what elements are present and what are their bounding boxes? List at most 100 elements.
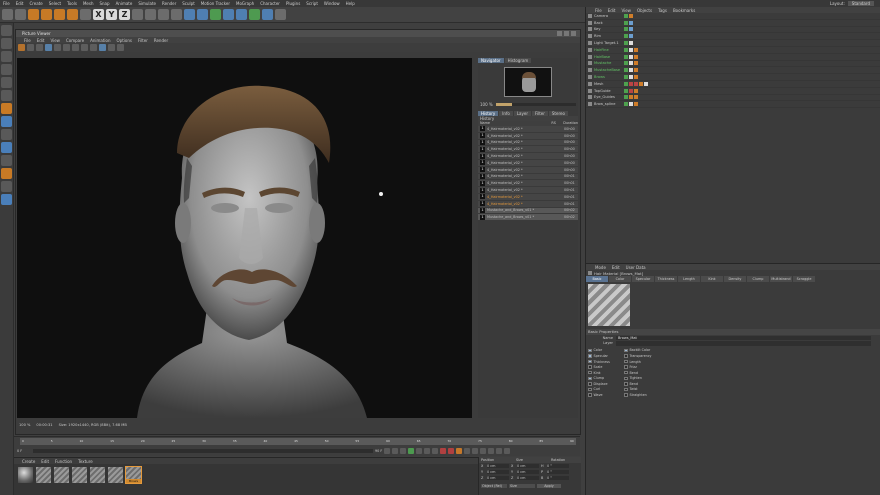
checkbox-box[interactable] [624, 359, 628, 364]
prev-frame-icon[interactable] [400, 448, 407, 454]
minimize-icon[interactable] [557, 31, 562, 36]
tab-clump[interactable]: Clump [747, 276, 769, 282]
checkbox-box[interactable] [588, 348, 592, 353]
sculpt-icon[interactable] [1, 168, 12, 179]
tag-icon[interactable] [629, 47, 633, 52]
tab-filter[interactable]: Filter [531, 111, 548, 116]
point-level-icon[interactable] [496, 448, 503, 454]
tab-basic[interactable]: Basic [586, 276, 608, 282]
channel-checkbox[interactable]: Kink [588, 371, 622, 375]
coordinate-system-icon[interactable] [132, 9, 143, 20]
object-name[interactable]: TopGuide [594, 89, 624, 93]
tab-kink[interactable]: Kink [701, 276, 723, 282]
menu-item[interactable]: Character [260, 1, 280, 6]
z-axis-toggle[interactable]: Z [119, 9, 130, 20]
model-mode-icon[interactable] [1, 38, 12, 49]
history-row[interactable]: 1 4_Hairmaterial_v02 * 00h00 [478, 146, 578, 154]
cube-icon[interactable] [184, 9, 195, 20]
floor-icon[interactable] [249, 9, 260, 20]
tab-color[interactable]: Color [609, 276, 631, 282]
rotate-icon[interactable] [67, 9, 78, 20]
prev-key-icon[interactable] [392, 448, 399, 454]
menu-item[interactable]: Edit [16, 1, 24, 6]
tab-length[interactable]: Length [678, 276, 700, 282]
material-preview[interactable] [588, 284, 630, 326]
material-thumb[interactable] [108, 467, 123, 483]
coord-field[interactable]: 0 cm [487, 470, 509, 474]
tag-icon[interactable] [624, 47, 628, 52]
pen-icon[interactable] [197, 9, 208, 20]
tag-icon[interactable] [629, 61, 633, 66]
stop-render-icon[interactable] [117, 44, 124, 51]
render-settings-icon[interactable] [171, 9, 182, 20]
checkbox-box[interactable] [588, 370, 592, 375]
zoom-value[interactable]: 100 % [480, 102, 493, 107]
close-icon[interactable] [571, 31, 576, 36]
start-frame[interactable]: 0 F [17, 449, 31, 453]
checkbox-box[interactable] [588, 365, 592, 369]
history-row[interactable]: 1 4_Hairmaterial_v02 * 00h01 [478, 173, 578, 181]
tag-icon[interactable] [624, 41, 628, 46]
layout-select[interactable]: Standard [847, 1, 874, 6]
object-row[interactable]: Back [586, 20, 880, 27]
attribute-menu-item[interactable]: Mode [595, 265, 606, 270]
x-axis-toggle[interactable]: X [93, 9, 104, 20]
viewer-menu-item[interactable]: File [24, 38, 31, 43]
zoom-100-icon[interactable] [108, 44, 115, 51]
tag-icon[interactable] [624, 81, 628, 86]
keyframe-selection-icon[interactable] [456, 448, 463, 454]
material-menu-item[interactable]: Function [55, 459, 72, 464]
tag-icon[interactable] [624, 95, 628, 100]
points-mode-icon[interactable] [1, 77, 12, 88]
history-row[interactable]: 1 4_Hairmaterial_v02 * 00h00 [478, 126, 578, 133]
tab-navigator-0[interactable]: Navigator [478, 58, 504, 63]
tag-icon[interactable] [629, 88, 633, 93]
tag-icon[interactable] [644, 81, 648, 86]
object-row[interactable]: Mesh [586, 81, 880, 88]
tag-icon[interactable] [629, 81, 633, 86]
go-end-icon[interactable] [432, 448, 439, 454]
rotation-key-icon[interactable] [480, 448, 487, 454]
menu-item[interactable]: Select [49, 1, 61, 6]
material-thumb-selected[interactable]: Brows [125, 466, 142, 484]
checkbox-box[interactable] [624, 382, 628, 386]
attribute-menu-item[interactable]: User Data [626, 265, 646, 270]
tab-navigator-1[interactable]: Histogram [504, 58, 532, 63]
status-zoom[interactable]: 100 % [19, 423, 30, 427]
go-start-icon[interactable] [384, 448, 391, 454]
channel-checkbox[interactable]: Twist [624, 387, 658, 391]
light-icon[interactable] [275, 9, 286, 20]
menu-item[interactable]: Mesh [83, 1, 94, 6]
menu-item[interactable]: Sculpt [182, 1, 195, 6]
tab-info[interactable]: Info [499, 111, 513, 116]
scale-key-icon[interactable] [472, 448, 479, 454]
lock-workplane-icon[interactable] [1, 155, 12, 166]
object-name[interactable]: Key [594, 27, 624, 31]
checkbox-box[interactable] [624, 348, 628, 353]
render-picture-viewer-icon[interactable] [158, 9, 169, 20]
object-row[interactable]: HairBase [586, 54, 880, 61]
coord-field[interactable]: 0 ° [547, 464, 569, 468]
coord-field[interactable]: 0 cm [487, 476, 509, 480]
position-key-icon[interactable] [464, 448, 471, 454]
tag-icon[interactable] [629, 95, 633, 100]
name-field[interactable]: Brows_Mat [616, 335, 871, 341]
fullscreen-icon[interactable] [72, 44, 79, 51]
history-row[interactable]: 1 Mustache_and_Brows_v01 * 00h02 [478, 207, 578, 215]
channel-checkbox[interactable]: Length [624, 359, 658, 364]
checkbox-box[interactable] [624, 354, 628, 358]
coord-mode-select[interactable]: Object (Rel) [481, 484, 507, 488]
save-as-icon[interactable] [36, 44, 43, 51]
checkbox-box[interactable] [588, 354, 592, 358]
tag-icon[interactable] [634, 81, 638, 86]
tag-icon[interactable] [634, 61, 638, 66]
object-row[interactable]: Brow_spline [586, 101, 880, 109]
tag-icon[interactable] [624, 34, 628, 39]
clipboard-icon[interactable] [90, 44, 97, 51]
tag-icon[interactable] [634, 47, 638, 52]
object-name[interactable]: Brows [594, 75, 624, 79]
viewer-menu-item[interactable]: Render [154, 38, 168, 43]
autokey-icon[interactable] [448, 448, 455, 454]
viewer-menu-item[interactable]: Compare [66, 38, 84, 43]
viewer-menu-item[interactable]: Options [117, 38, 132, 43]
